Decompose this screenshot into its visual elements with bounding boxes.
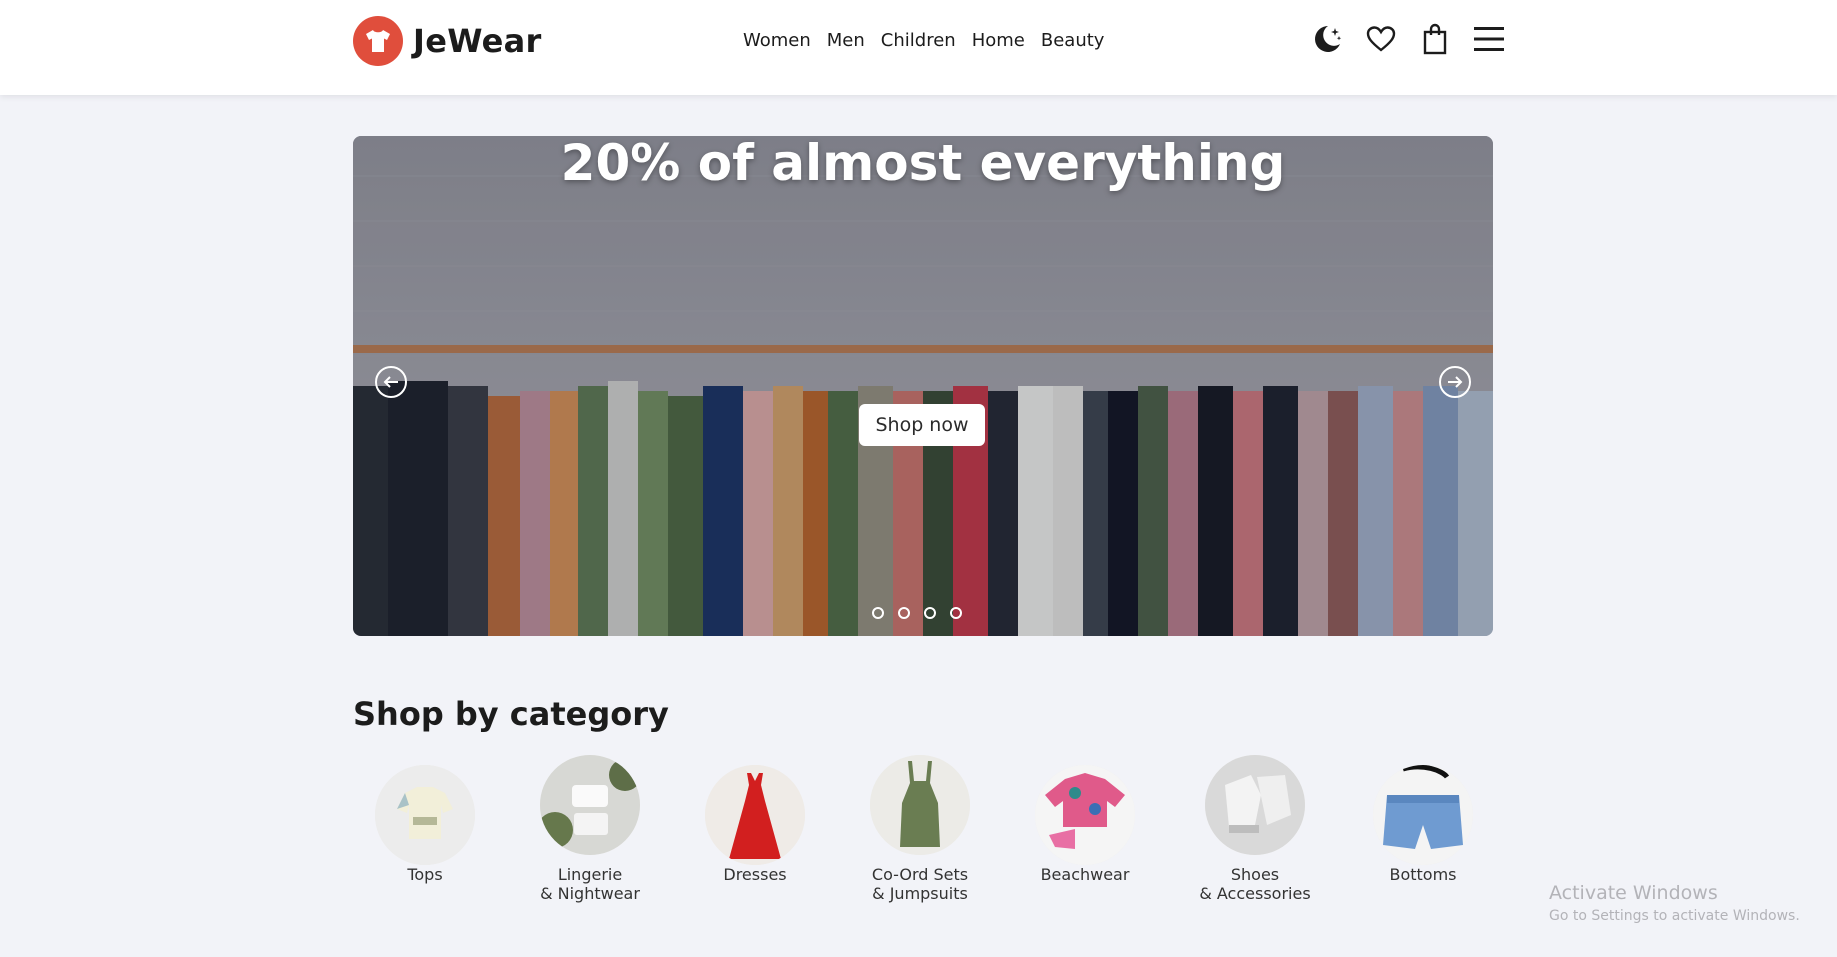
nav-item-women[interactable]: Women <box>743 30 811 51</box>
category-label: Lingerie & Nightwear <box>540 865 640 903</box>
nav-item-home[interactable]: Home <box>972 30 1025 51</box>
category-label: Bottoms <box>1389 865 1457 884</box>
category-item-tops[interactable]: Tops <box>345 765 505 884</box>
category-item-dresses[interactable]: Dresses <box>675 765 835 884</box>
brand-name: JeWear <box>413 22 542 60</box>
header-icons <box>1310 20 1506 58</box>
shopping-bag-icon[interactable] <box>1418 20 1452 58</box>
top-navigation-bar: JeWear Women Men Children Home Beauty <box>0 0 1837 95</box>
brand[interactable]: JeWear <box>353 16 542 66</box>
category-list: Tops Lingerie & Nightwear Dresses Co-Ord… <box>353 755 1493 915</box>
nav-item-men[interactable]: Men <box>827 30 865 51</box>
menu-icon[interactable] <box>1472 20 1506 58</box>
beachwear-thumbnail <box>1035 765 1135 865</box>
dresses-thumbnail <box>705 765 805 865</box>
category-item-shoes-accessories[interactable]: Shoes & Accessories <box>1175 755 1335 903</box>
shoes-thumbnail <box>1205 755 1305 855</box>
carousel-dot-2[interactable] <box>898 607 910 619</box>
category-label: Dresses <box>723 865 787 884</box>
category-label: Co-Ord Sets & Jumpsuits <box>871 865 969 903</box>
carousel-dots <box>872 607 962 619</box>
hero-title: 20% of almost everything <box>560 136 1286 192</box>
clothing-rack-banner-image <box>353 136 1493 636</box>
category-label: Tops <box>407 865 443 884</box>
tshirt-logo-icon <box>353 16 403 66</box>
heart-icon[interactable] <box>1364 20 1398 58</box>
nav-item-beauty[interactable]: Beauty <box>1041 30 1105 51</box>
category-item-beachwear[interactable]: Beachwear <box>1005 765 1165 884</box>
category-item-lingerie[interactable]: Lingerie & Nightwear <box>510 755 670 903</box>
carousel-dot-1[interactable] <box>872 607 884 619</box>
main-nav: Women Men Children Home Beauty <box>743 30 1104 51</box>
bottoms-thumbnail <box>1373 765 1473 865</box>
category-item-co-ord-sets[interactable]: Co-Ord Sets & Jumpsuits <box>840 755 1000 903</box>
carousel-dot-4[interactable] <box>950 607 962 619</box>
tops-thumbnail <box>375 765 475 865</box>
watermark-title: Activate Windows <box>1549 882 1718 904</box>
section-title: Shop by category <box>353 695 669 733</box>
category-label: Beachwear <box>1040 865 1130 884</box>
windows-activation-watermark: Activate Windows Go to Settings to activ… <box>1549 882 1800 924</box>
carousel-next-arrow-icon[interactable] <box>1439 366 1471 398</box>
nav-item-children[interactable]: Children <box>881 30 956 51</box>
carousel-dot-3[interactable] <box>924 607 936 619</box>
category-label: Shoes & Accessories <box>1199 865 1311 903</box>
category-item-bottoms[interactable]: Bottoms <box>1343 765 1503 884</box>
dark-mode-icon[interactable] <box>1310 20 1344 58</box>
hero-carousel: 20% of almost everything Shop now <box>353 136 1493 636</box>
carousel-prev-arrow-icon[interactable] <box>375 366 407 398</box>
lingerie-thumbnail <box>540 755 640 855</box>
co-ord-sets-thumbnail <box>870 755 970 855</box>
shop-now-button[interactable]: Shop now <box>859 404 985 446</box>
watermark-subtitle: Go to Settings to activate Windows. <box>1549 908 1800 924</box>
